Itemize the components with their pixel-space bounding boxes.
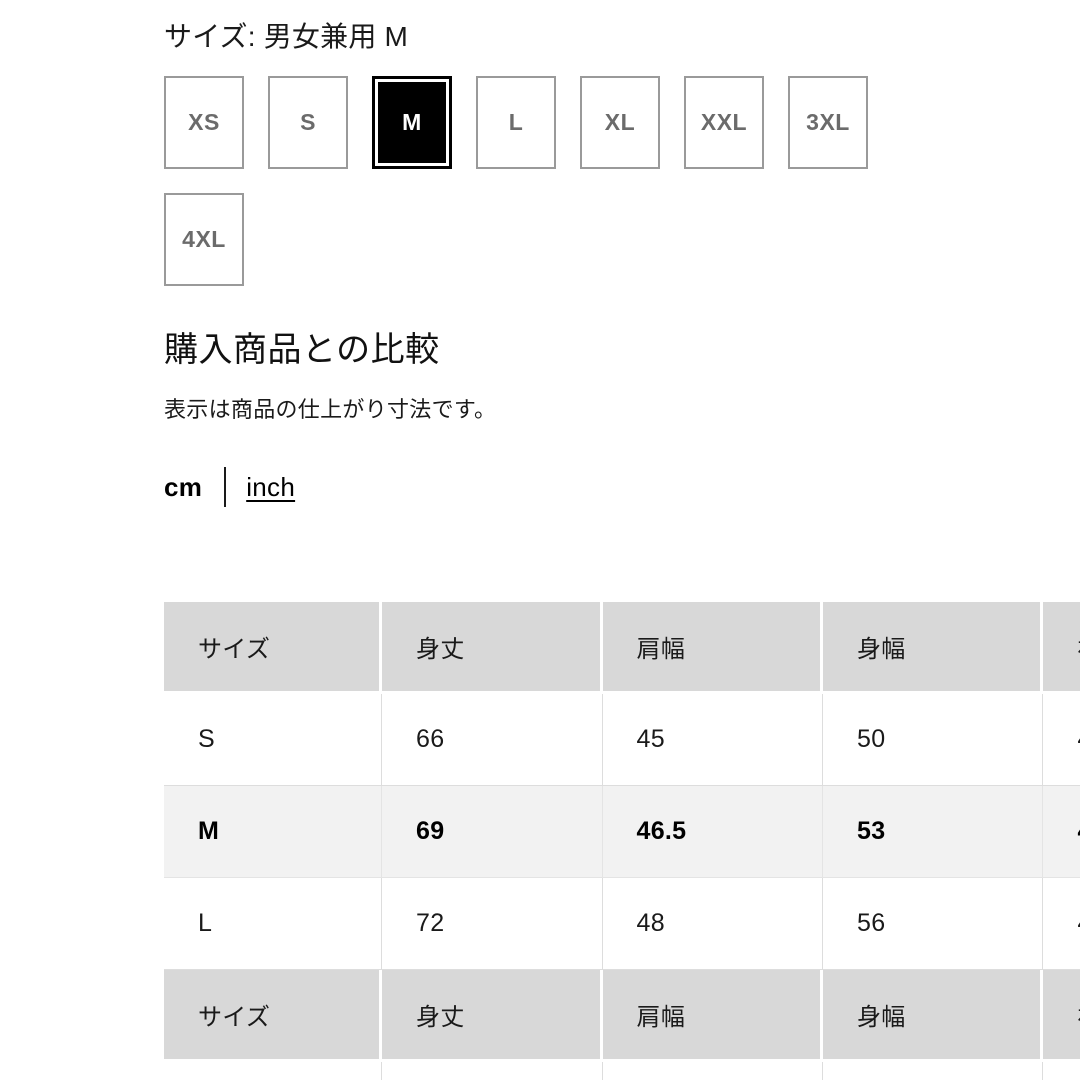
size-option-3xl[interactable]: 3XL [788, 76, 868, 169]
cell-length: 66 [382, 694, 603, 786]
table-head: サイズ 身丈 肩幅 身幅 裄丈 [164, 602, 1080, 694]
table-row[interactable]: L 72 48 56 47 [164, 878, 1080, 970]
column-header-size: サイズ [164, 602, 383, 694]
cell-shoulder: 46.5 [602, 786, 823, 878]
column-header-size: サイズ [164, 970, 383, 1062]
column-header-sleeve: 裄丈 [1043, 970, 1080, 1062]
cell-size: M [164, 786, 383, 878]
cell-chest: 56 [823, 878, 1044, 970]
size-option-xxl[interactable]: XXL [684, 76, 764, 169]
size-option-4xl[interactable]: 4XL [164, 193, 244, 286]
comparison-note: 表示は商品の仕上がり寸法です。 [164, 397, 497, 422]
cell-partial [823, 1062, 1044, 1080]
unit-cm-button[interactable]: cm [164, 472, 202, 503]
measurement-table-wrapper[interactable]: サイズ 身丈 肩幅 身幅 裄丈 S 66 45 50 43 M 69 [164, 602, 1080, 1080]
size-option-list: XS S M L XL XXL 3XL 4XL [164, 76, 924, 286]
table-row[interactable]: S 66 45 50 43 [164, 694, 1080, 786]
size-chart-page: サイズ: 男女兼用 M XS S M L XL XXL 3XL 4XL 購入商品… [0, 0, 1080, 1080]
column-header-sleeve: 裄丈 [1043, 602, 1080, 694]
table-header-row-secondary: サイズ 身丈 肩幅 身幅 裄丈 [164, 970, 1080, 1062]
table-row-selected[interactable]: M 69 46.5 53 45 [164, 786, 1080, 878]
cell-size: S [164, 694, 383, 786]
column-header-length: 身丈 [382, 970, 603, 1062]
cell-partial [602, 1062, 823, 1080]
unit-divider [224, 467, 227, 507]
comparison-heading: 購入商品との比較 [164, 331, 440, 369]
size-option-xl[interactable]: XL [580, 76, 660, 169]
cell-size: L [164, 878, 383, 970]
column-header-shoulder: 肩幅 [602, 970, 823, 1062]
size-option-l[interactable]: L [476, 76, 556, 169]
cell-sleeve: 43 [1043, 694, 1080, 786]
cell-sleeve: 45 [1043, 786, 1080, 878]
measurement-table: サイズ 身丈 肩幅 身幅 裄丈 S 66 45 50 43 M 69 [164, 602, 1080, 1080]
column-header-length: 身丈 [382, 602, 603, 694]
cell-shoulder: 45 [602, 694, 823, 786]
table-header-row: サイズ 身丈 肩幅 身幅 裄丈 [164, 602, 1080, 694]
cell-length: 69 [382, 786, 603, 878]
size-option-s[interactable]: S [268, 76, 348, 169]
unit-toggle: cm inch [164, 464, 1080, 510]
cell-shoulder: 48 [602, 878, 823, 970]
size-option-xs[interactable]: XS [164, 76, 244, 169]
column-header-chest: 身幅 [823, 970, 1044, 1062]
cell-chest: 53 [823, 786, 1044, 878]
table-body: S 66 45 50 43 M 69 46.5 53 45 L 72 48 [164, 694, 1080, 1080]
page-title: サイズ: 男女兼用 M [164, 21, 409, 52]
cell-partial [382, 1062, 603, 1080]
cell-length: 72 [382, 878, 603, 970]
column-header-shoulder: 肩幅 [602, 602, 823, 694]
column-header-chest: 身幅 [823, 602, 1044, 694]
unit-inch-link[interactable]: inch [246, 472, 295, 503]
cell-chest: 50 [823, 694, 1044, 786]
size-option-m[interactable]: M [372, 76, 452, 169]
table-row-partial[interactable] [164, 1062, 1080, 1080]
cell-sleeve: 47 [1043, 878, 1080, 970]
cell-partial [1043, 1062, 1080, 1080]
cell-partial [164, 1062, 383, 1080]
